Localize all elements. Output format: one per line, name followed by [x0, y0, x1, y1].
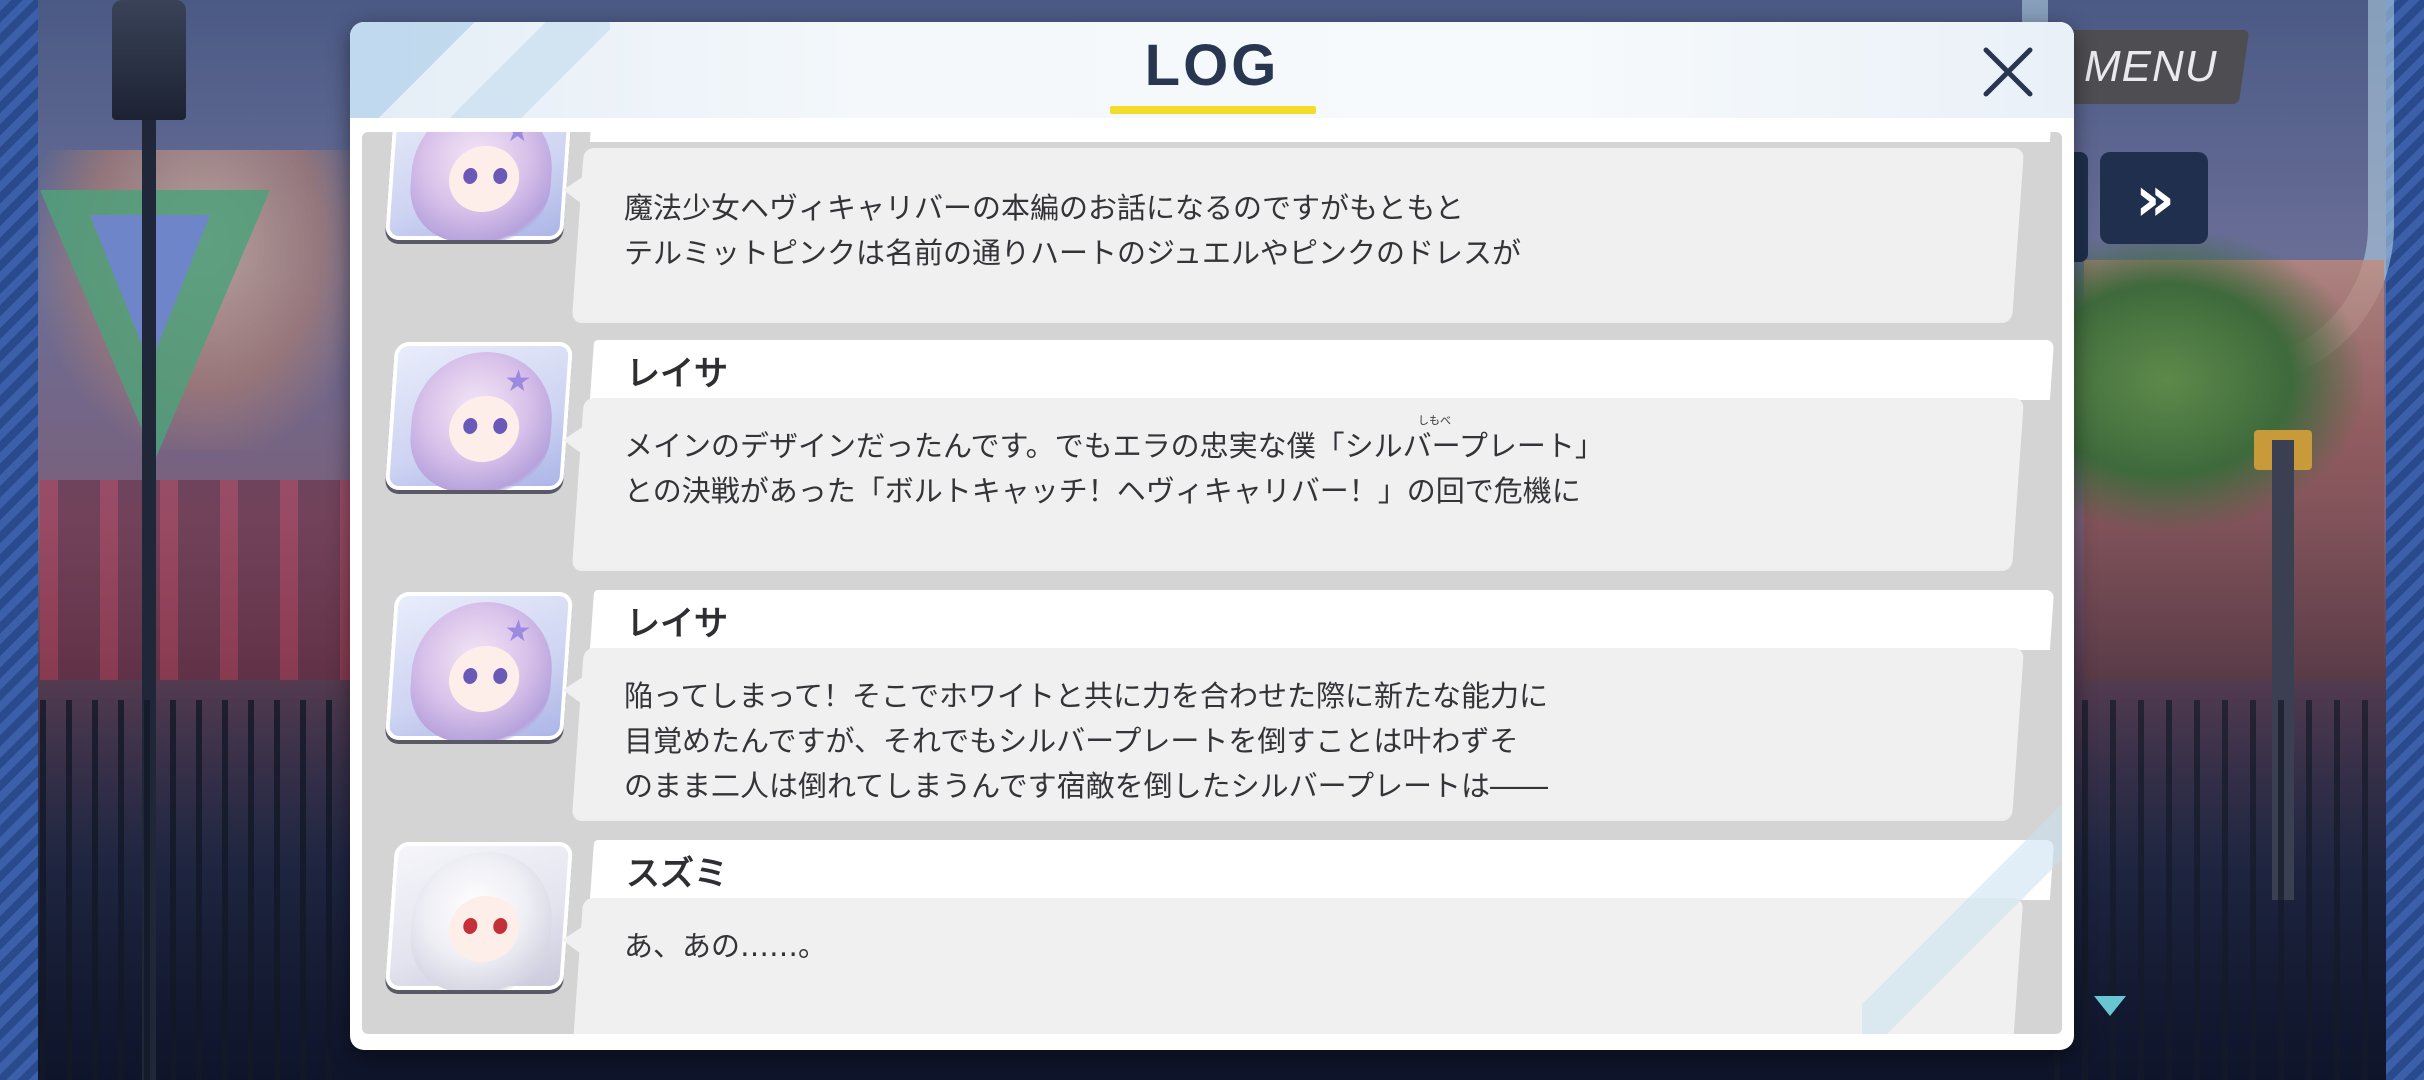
message-line: 魔法少女ヘヴィキャリバーの本編のお話になるのですがもともと — [624, 191, 1464, 225]
log-entry: ★ レイサ しもべ メインのデザインだったんです。でもエラの忠実な僕「シルバープ… — [362, 340, 2062, 590]
log-header: LOG — [350, 22, 2074, 118]
speaker-name-bar — [589, 132, 2055, 142]
next-indicator-icon — [2094, 996, 2126, 1016]
fence-right — [2054, 700, 2384, 1080]
message-line: 目覚めたんですが、それでもシルバープレートを倒すことは叶わずそ — [624, 724, 1519, 758]
speaker-avatar: ★ — [384, 342, 574, 490]
speaker-name: スズミ — [626, 854, 728, 894]
carousel-pillars — [40, 480, 370, 680]
fast-forward-icon: » — [2134, 161, 2175, 235]
fence-left — [40, 700, 340, 1080]
speaker-avatar: ★ — [384, 132, 574, 240]
left-border-stripe — [0, 0, 38, 1080]
title-underline — [1110, 106, 1316, 114]
log-title: LOG — [1144, 33, 1280, 98]
speaker-name-bar — [589, 340, 2055, 400]
background-tree — [2034, 230, 2364, 530]
speaker-avatar — [384, 842, 574, 990]
log-entry: スズミ あ、あの……。 — [362, 840, 2062, 1034]
log-list[interactable]: ★ 魔法少女ヘヴィキャリバーの本編のお話になるのですがもともと テルミットピンク… — [362, 132, 2062, 1034]
log-entry: ★ 魔法少女ヘヴィキャリバーの本編のお話になるのですがもともと テルミットピンク… — [362, 132, 2062, 342]
speaker-avatar: ★ — [384, 592, 574, 740]
log-dialog: LOG ★ 魔法少女ヘヴィキャリバーの本編のお話になるのですがもともと テルミッ… — [350, 22, 2074, 1050]
message-line: テルミットピンクは名前の通りハートのジュエルやピンクのドレスが — [624, 236, 1521, 270]
log-entry: ★ レイサ 陥ってしまって！そこでホワイトと共に力を合わせた際に新たな能力に 目… — [362, 590, 2062, 840]
lamp-head — [112, 0, 186, 120]
speaker-name: レイサ — [626, 354, 728, 394]
message-line: のまま二人は倒れてしまうんです宿敵を倒したシルバープレートは―― — [624, 769, 1548, 803]
message-line: 陥ってしまって！そこでホワイトと共に力を合わせた際に新たな能力に — [624, 679, 1548, 713]
message-line: メインのデザインだったんです。でもエラの忠実な僕「シルバープレート」 — [624, 429, 1604, 463]
fast-forward-button[interactable]: » — [2100, 152, 2208, 244]
speaker-name-bar — [589, 840, 2055, 900]
speaker-name: レイサ — [626, 604, 728, 644]
menu-button[interactable]: MENU — [2052, 30, 2250, 104]
close-icon — [1983, 47, 2033, 97]
message-line: との決戦があった「ボルトキャッチ！ヘヴィキャリバー！」の回で危機に — [624, 474, 1581, 508]
message-line: あ、あの……。 — [624, 929, 828, 963]
speaker-name-bar — [589, 590, 2055, 650]
menu-button-label: MENU — [2084, 42, 2218, 91]
close-button[interactable] — [1970, 34, 2046, 110]
